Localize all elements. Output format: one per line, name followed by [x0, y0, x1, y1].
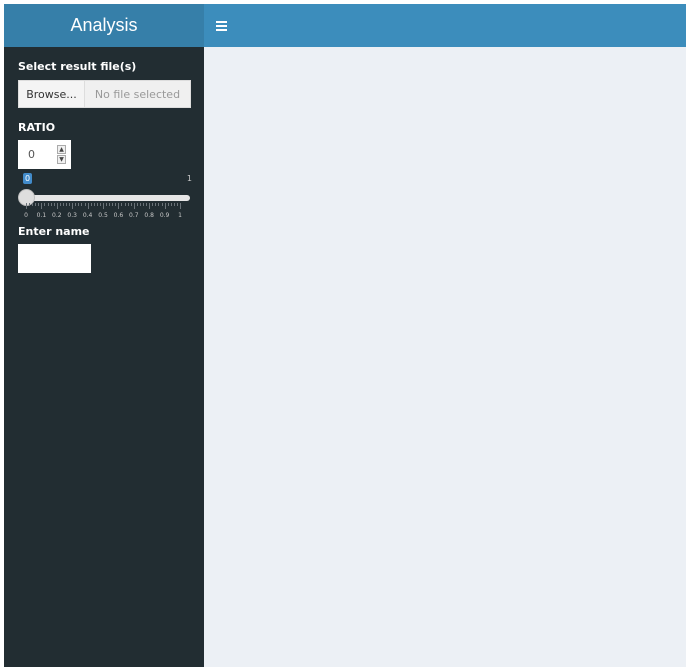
slider-minor-tick	[84, 203, 86, 206]
app-logo: Analysis	[4, 4, 204, 47]
app-window: Analysis Select result file(s) Browse...…	[4, 4, 686, 667]
slider-minor-tick	[124, 203, 126, 206]
slider-minor-tick	[121, 203, 123, 206]
slider-major-tick	[118, 203, 120, 209]
slider-minor-tick	[143, 203, 145, 206]
slider-grid-label: 0.5	[98, 212, 108, 219]
slider-grid-label: 0.8	[144, 212, 154, 219]
top-navbar	[204, 4, 686, 47]
file-status-field: No file selected	[85, 80, 191, 108]
hamburger-menu-icon[interactable]	[215, 18, 229, 32]
slider-minor-tick	[32, 203, 34, 206]
file-input-label: Select result file(s)	[18, 60, 137, 73]
slider-major-tick	[72, 203, 74, 209]
ratio-value: 0	[28, 148, 35, 161]
name-input-label: Enter name	[18, 225, 90, 238]
slider-minor-tick	[146, 203, 148, 206]
slider-minor-tick	[50, 203, 52, 206]
slider-minor-tick	[69, 203, 71, 206]
slider-major-tick	[103, 203, 104, 209]
slider-minor-tick	[53, 203, 55, 206]
slider-minor-tick	[59, 203, 61, 206]
slider-major-tick	[87, 203, 89, 209]
sidebar: Select result file(s) Browse... No file …	[4, 47, 204, 667]
slider-grid-label: 0.7	[129, 212, 139, 219]
browse-button[interactable]: Browse...	[18, 80, 85, 108]
slider-minor-tick	[152, 203, 154, 206]
slider-minor-tick	[136, 203, 138, 206]
slider-minor-tick	[75, 203, 77, 206]
slider-current-value: 0	[23, 173, 33, 184]
slider-minor-tick	[78, 203, 80, 206]
slider-grid-label: 0.9	[159, 212, 170, 219]
slider-grid-label: 0.6	[113, 212, 124, 219]
slider-grid-label: 0.3	[67, 212, 77, 219]
slider-minor-tick	[109, 203, 111, 206]
slider-minor-tick	[81, 203, 83, 206]
slider-minor-tick	[66, 203, 68, 206]
file-input: Browse... No file selected	[18, 80, 191, 108]
slider-minor-tick	[158, 203, 160, 206]
slider-minor-tick	[161, 203, 163, 206]
slider-major-tick	[149, 203, 151, 209]
slider-minor-tick	[130, 203, 132, 206]
slider-max-label: 1	[186, 174, 192, 183]
app-title: Analysis	[70, 15, 138, 35]
slider-minor-tick	[139, 203, 141, 206]
slider-minor-tick	[112, 203, 114, 206]
ratio-slider: 0 1 0 0.1 0.2 0.3 0.4 0.5 0.6 0.7 0.8 0.9 1	[18, 173, 192, 223]
slider-grid-label: 0	[24, 212, 28, 219]
slider-minor-tick	[47, 203, 49, 206]
slider-minor-tick	[106, 203, 108, 206]
slider-minor-tick	[176, 203, 178, 206]
slider-minor-tick	[38, 203, 40, 206]
slider-major-tick	[56, 203, 58, 209]
ratio-label: RATIO	[18, 121, 56, 134]
slider-track[interactable]	[26, 195, 190, 201]
slider-major-tick	[164, 203, 166, 209]
slider-minor-tick	[155, 203, 157, 206]
slider-major-tick	[41, 203, 43, 209]
slider-grid-label: 0.2	[52, 212, 62, 219]
slider-minor-tick	[93, 203, 95, 206]
slider-grid: 0 0.1 0.2 0.3 0.4 0.5 0.6 0.7 0.8 0.9 1	[24, 203, 182, 223]
slider-minor-tick	[173, 203, 175, 206]
slider-minor-tick	[35, 203, 37, 206]
slider-major-tick	[180, 203, 181, 209]
slider-minor-tick	[29, 203, 31, 206]
slider-grid-label: 0.4	[82, 212, 93, 219]
slider-minor-tick	[62, 203, 64, 206]
slider-minor-tick	[44, 203, 46, 206]
slider-major-tick	[133, 203, 135, 209]
ratio-numeric-input[interactable]: 0 ▲ ▼	[18, 140, 71, 169]
slider-minor-tick	[115, 203, 117, 206]
main-content	[204, 47, 686, 667]
slider-minor-tick	[96, 203, 98, 206]
slider-grid-label: 1	[178, 212, 182, 219]
name-input[interactable]	[18, 244, 91, 273]
slider-minor-tick	[90, 203, 92, 206]
slider-major-tick	[26, 203, 27, 209]
slider-minor-tick	[170, 203, 172, 206]
spin-down-icon[interactable]: ▼	[57, 155, 66, 164]
spin-up-icon[interactable]: ▲	[57, 145, 66, 154]
slider-grid-label: 0.1	[36, 212, 47, 219]
slider-minor-tick	[167, 203, 169, 206]
slider-minor-tick	[127, 203, 129, 206]
slider-minor-tick	[99, 203, 101, 206]
